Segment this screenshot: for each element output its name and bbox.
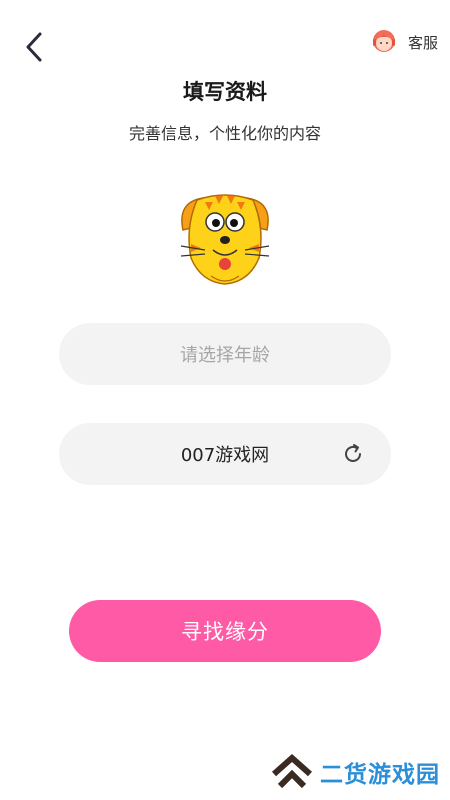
customer-service-icon (372, 30, 395, 52)
watermark-text: 二货游戏园 (320, 762, 440, 788)
customer-service-button[interactable]: 客服 (370, 28, 438, 56)
chevron-left-icon (26, 32, 42, 62)
avatar[interactable] (175, 188, 275, 288)
watermark: 二货游戏园 (270, 754, 440, 790)
nickname-field[interactable]: 007游戏网 (59, 423, 391, 485)
page-title: 填写资料 (183, 80, 267, 104)
page-subtitle: 完善信息，个性化你的内容 (128, 124, 321, 143)
age-select-placeholder: 请选择年龄 (180, 345, 270, 366)
tiger-avatar-icon (180, 194, 270, 285)
watermark-logo-icon (272, 754, 312, 789)
nickname-value: 007游戏网 (180, 445, 270, 466)
back-button[interactable] (20, 30, 50, 64)
find-match-button[interactable]: 寻找缘分 (69, 600, 381, 662)
age-select[interactable]: 请选择年龄 (59, 323, 391, 385)
refresh-icon[interactable] (341, 442, 365, 466)
customer-service-label: 客服 (407, 33, 438, 52)
